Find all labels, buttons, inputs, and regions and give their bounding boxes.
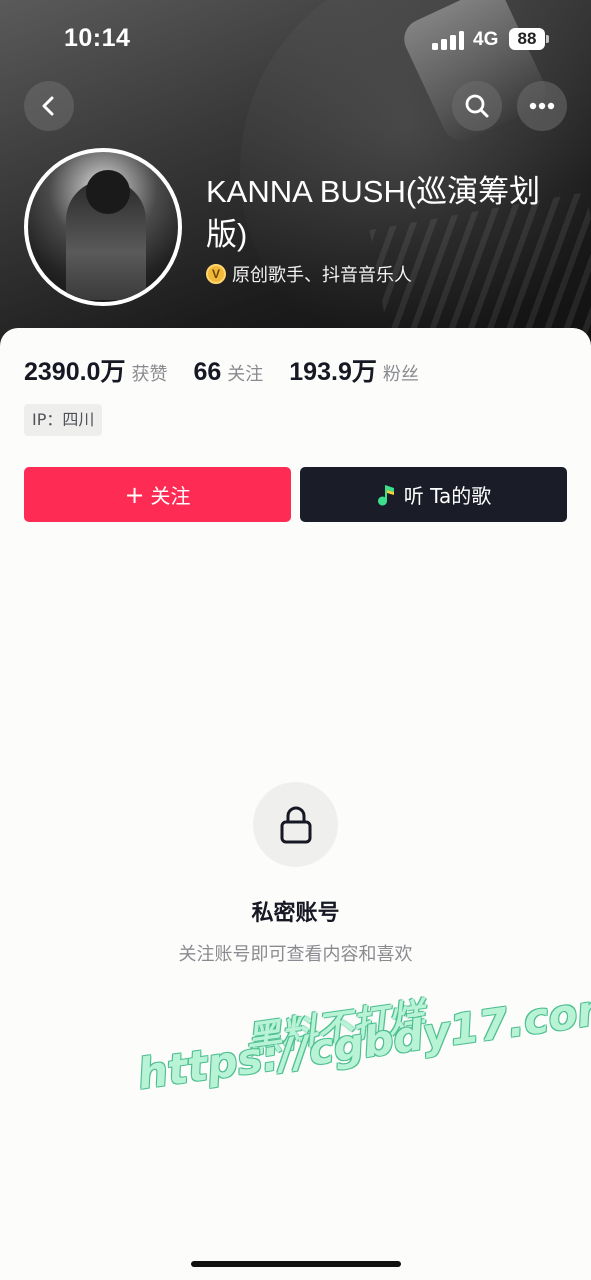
stat-followers-value: 193.9万 [289,358,377,386]
stat-following[interactable]: 66 关注 [193,358,263,387]
lock-icon [280,806,311,843]
stat-followers[interactable]: 193.9万 粉丝 [289,352,419,388]
search-icon [465,94,489,118]
more-button[interactable] [517,81,567,131]
more-horizontal-icon [529,102,555,110]
back-button[interactable] [24,81,74,131]
chevron-left-icon [42,96,54,116]
stat-likes: 2390.0万 获赞 [24,352,167,388]
stat-following-value: 66 [193,358,222,386]
private-account-subtitle: 关注账号即可查看内容和喜欢 [178,944,413,965]
avatar-head [86,170,130,214]
ip-location-tag: IP：四川 [24,404,103,436]
battery-tip [546,35,549,43]
follow-button-label: 关注 [150,484,191,508]
music-note-icon [377,484,394,506]
listen-songs-button[interactable]: 听 Ta的歌 [300,467,567,522]
verification-row: V 原创歌手、抖音音乐人 [206,261,412,287]
avatar[interactable] [24,148,182,306]
network-type: 4G [473,29,499,50]
status-time: 10:14 [64,24,131,52]
profile-stats: 2390.0万 获赞 66 关注 193.9万 粉丝 [24,352,445,388]
listen-songs-label: 听 Ta的歌 [403,484,492,508]
stat-followers-label: 粉丝 [382,364,419,385]
stat-likes-label: 获赞 [131,364,168,385]
signal-strength-icon [432,30,464,50]
search-button[interactable] [452,81,502,131]
battery-icon: 88 [509,28,545,50]
verification-text: 原创歌手、抖音音乐人 [232,265,412,286]
follow-button[interactable]: + 关注 [24,467,291,522]
profile-name: KANNA BUSH(巡演筹划版) [206,174,541,252]
verified-badge-icon: V [206,264,226,284]
plus-icon: + [124,480,145,509]
private-account-title: 私密账号 [251,901,340,926]
lock-icon-container [253,782,338,867]
stat-likes-value: 2390.0万 [24,358,126,386]
home-indicator[interactable] [191,1261,401,1267]
stat-following-label: 关注 [227,364,264,385]
